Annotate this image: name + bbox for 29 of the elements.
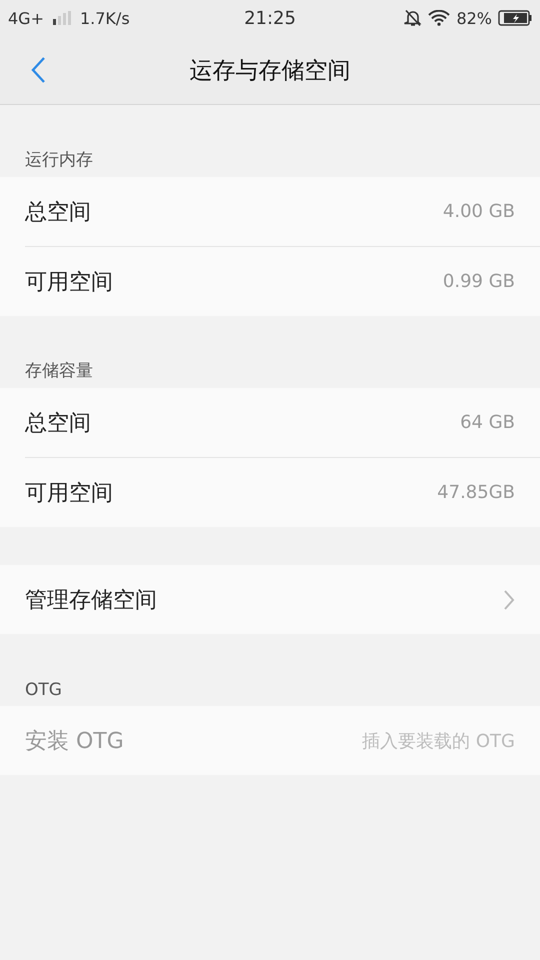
row-label: 总空间 <box>25 410 91 438</box>
page-title: 运存与存储空间 <box>190 56 350 86</box>
row-label: 总空间 <box>25 198 91 226</box>
settings-row[interactable]: 可用空间 0.99 GB <box>25 247 540 316</box>
battery-percent: 82% <box>456 8 492 28</box>
battery-icon <box>498 10 532 26</box>
chevron-right-icon <box>503 588 515 610</box>
wifi-icon <box>428 10 450 26</box>
row-label: 安装 OTG <box>25 728 124 756</box>
bell-off-icon <box>404 9 422 27</box>
clock: 21:25 <box>244 8 296 28</box>
row-label: 可用空间 <box>25 480 113 508</box>
row-value: 64 GB <box>460 412 515 433</box>
section-title: 存储容量 <box>25 360 93 382</box>
section-title: OTG <box>25 680 62 700</box>
row-value: 4.00 GB <box>442 201 515 222</box>
signal-icon <box>52 11 72 25</box>
network-type: 4G+ <box>8 8 44 28</box>
settings-row[interactable]: 总空间 4.00 GB <box>25 177 540 247</box>
back-icon[interactable] <box>30 56 46 84</box>
row-value: 47.85GB <box>437 482 515 503</box>
network-speed: 1.7K/s <box>80 8 130 28</box>
row-label: 管理存储空间 <box>25 586 157 614</box>
settings-row[interactable]: 可用空间 47.85GB <box>25 458 540 527</box>
settings-row[interactable]: 总空间 64 GB <box>25 388 540 458</box>
row-label: 可用空间 <box>25 268 113 296</box>
row-value: 插入要装载的 OTG <box>362 730 515 752</box>
section-title: 运行内存 <box>25 149 93 171</box>
row-value: 0.99 GB <box>442 271 515 292</box>
